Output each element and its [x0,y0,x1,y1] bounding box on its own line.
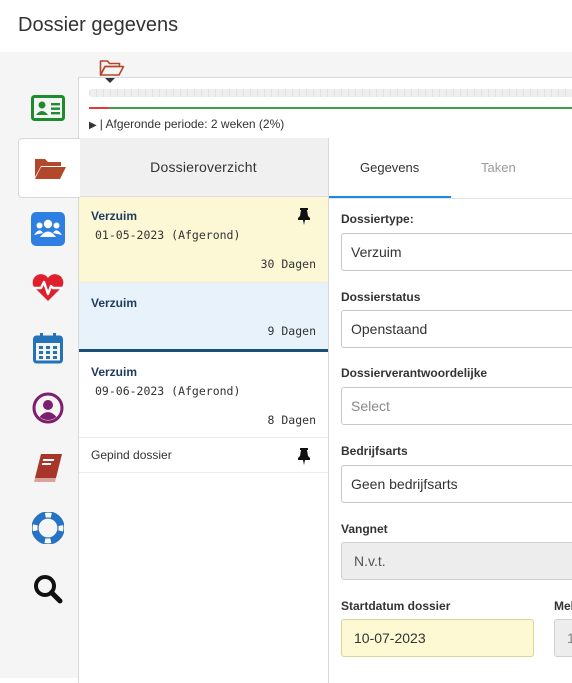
dossierstatus-label: Dossierstatus [341,290,421,304]
vangnet-label: Vangnet [341,522,388,536]
sidebar-item-dossier[interactable] [18,138,80,198]
bedrijfsarts-select[interactable]: Geen bedrijfsarts [341,465,572,503]
book-icon [34,454,62,482]
timeline-period-toggle[interactable]: ▶ | Afgeronde periode: 2 weken (2%) [89,117,284,131]
timeline-progress [89,107,572,109]
verantwoordelijke-label: Dossierverantwoordelijke [341,366,488,380]
sidebar-item-health[interactable] [18,259,78,317]
bedrijfsarts-label: Bedrijfsarts [341,444,408,458]
heartbeat-icon [32,274,64,301]
dossier-item-days: 8 Dagen [267,413,316,427]
active-tab-indicator [329,196,451,198]
life-ring-icon [32,512,64,544]
second-date-input: 1 [554,619,572,657]
sidebar-item-calendar[interactable] [18,319,78,377]
dossierstatus-select[interactable]: Openstaand [341,310,572,348]
dossier-item-days: 30 Dagen [260,257,316,271]
timeline-panel: ▶ | Afgeronde periode: 2 weken (2%) [78,77,572,139]
dossier-item-name: Verzuim [91,365,138,379]
tab-gegevens[interactable]: Gegevens [360,160,419,175]
user-circle-icon [32,392,64,424]
dossier-item-selected[interactable]: Verzuim 9 Dagen [79,283,328,352]
main-panel: Dossieroverzicht Verzuim 01-05-2023 (Afg… [78,138,572,683]
app-header: Dossier gegevens [0,0,572,52]
pinned-dossier-row[interactable]: Gepind dossier [79,438,328,473]
sidebar-item-support[interactable] [18,499,78,557]
verantwoordelijke-select[interactable]: Select [341,387,572,425]
tab-taken[interactable]: Taken [481,160,516,175]
timeline-progress-done [89,107,109,109]
timeline-period-label: | Afgeronde periode: 2 weken (2%) [99,117,285,131]
dossier-item-date: 09-06-2023 (Afgerond) [95,384,241,398]
dossier-item-date: 01-05-2023 (Afgerond) [95,228,241,242]
sidebar-item-search[interactable] [18,560,78,618]
sidebar-item-profile[interactable] [18,379,78,437]
dossier-item-days: 9 Dagen [267,324,316,338]
dossier-item-name: Verzuim [91,209,138,223]
sidebar-item-library[interactable] [18,439,78,497]
pin-icon[interactable] [296,207,312,230]
second-date-label: Mel [554,599,572,613]
dossiertype-select[interactable]: Verzuim [341,233,572,271]
calendar-icon [33,333,63,364]
vangnet-field: N.v.t. [341,542,572,580]
dossier-item[interactable]: Verzuim 01-05-2023 (Afgerond) 30 Dagen [79,197,328,283]
pinned-dossier-label: Gepind dossier [91,448,172,462]
startdatum-input[interactable]: 10-07-2023 [341,619,534,657]
dossier-list-heading: Dossieroverzicht [79,138,328,197]
id-card-icon [31,95,65,121]
timeline-caret-icon [105,78,115,83]
play-icon: ▶ [89,120,97,131]
page-title: Dossier gegevens [18,14,179,36]
dossier-details: Gegevens Taken Dossiertype: Verzuim Doss… [329,138,572,683]
sidebar-rail [0,52,80,678]
sidebar-item-personal[interactable] [18,79,78,137]
pin-icon[interactable] [296,447,312,470]
startdatum-label: Startdatum dossier [341,599,451,613]
dossier-list: Dossieroverzicht Verzuim 01-05-2023 (Afg… [79,138,329,683]
dossiertype-label: Dossiertype: [341,212,414,226]
dossier-item-name: Verzuim [91,296,138,310]
folder-open-icon [34,159,66,179]
tab-bar: Gegevens Taken [329,138,572,199]
sidebar-item-team[interactable] [18,200,78,258]
timeline-track[interactable] [89,89,572,97]
dossier-item[interactable]: Verzuim 09-06-2023 (Afgerond) 8 Dagen [79,352,328,438]
users-icon [31,212,65,246]
search-icon [34,575,63,604]
